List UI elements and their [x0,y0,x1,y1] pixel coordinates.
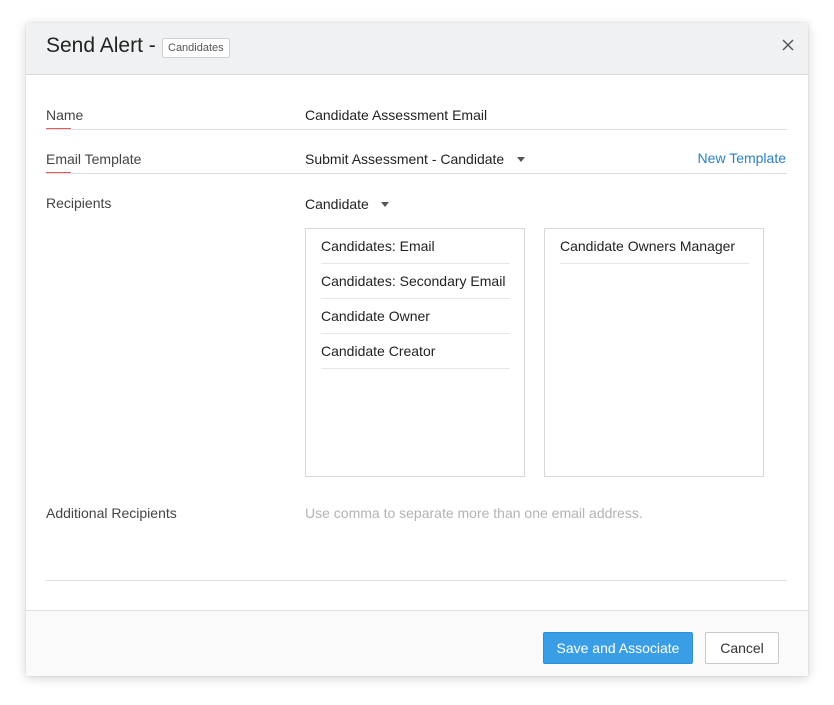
recipients-label: Recipients [46,195,112,211]
recipients-module-value: Candidate [305,196,369,212]
email-template-underline [46,173,787,174]
new-template-link[interactable]: New Template [698,150,786,166]
module-badge: Candidates [162,38,230,58]
recipients-module-select[interactable]: Candidate [305,196,389,212]
name-field-underline [46,129,787,130]
available-recipients-list[interactable]: Candidates: Email Candidates: Secondary … [305,228,525,477]
email-template-value: Submit Assessment - Candidate [305,151,505,167]
chevron-down-icon [380,201,389,207]
additional-recipients-input[interactable]: Use comma to separate more than one emai… [305,505,643,521]
save-and-associate-button[interactable]: Save and Associate [543,632,693,664]
list-item[interactable]: Candidate Owners Manager [560,229,749,264]
email-template-select[interactable]: Submit Assessment - Candidate [305,151,526,167]
chevron-down-icon [517,156,526,162]
dialog-title: Send Alert - [46,34,156,57]
name-label: Name [46,107,84,123]
send-alert-dialog: Send Alert - Candidates Name Candidate A… [26,23,808,676]
email-template-label: Email Template [46,151,142,167]
additional-recipients-underline [46,580,787,581]
dialog-footer: Save and Associate Cancel [26,610,808,676]
list-item[interactable]: Candidates: Email [321,229,510,264]
list-item[interactable]: Candidate Creator [321,334,510,369]
list-item[interactable]: Candidate Owner [321,299,510,334]
selected-recipients-list[interactable]: Candidate Owners Manager [544,228,764,477]
cancel-button[interactable]: Cancel [705,632,779,664]
close-icon[interactable] [780,37,796,53]
list-item[interactable]: Candidates: Secondary Email [321,264,510,299]
name-field[interactable]: Candidate Assessment Email [305,107,487,123]
dialog-header: Send Alert - Candidates [26,23,808,75]
additional-recipients-label: Additional Recipients [46,505,177,521]
